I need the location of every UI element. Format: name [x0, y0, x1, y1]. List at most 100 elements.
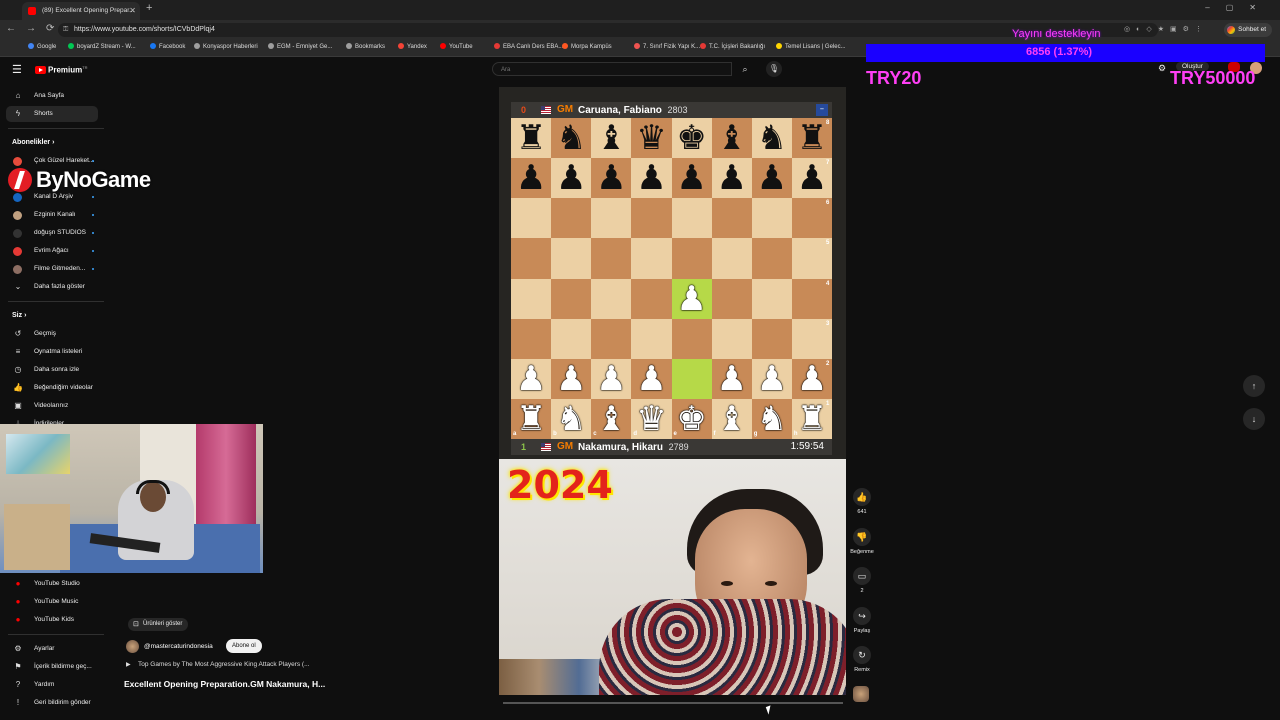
create-icon[interactable]: ⚙	[1158, 63, 1166, 74]
bookmark-item[interactable]: Google	[28, 43, 56, 50]
white-pawn-icon: ♟	[796, 358, 828, 399]
white-bishop-icon: ♝	[716, 398, 747, 439]
board-square: ♝	[591, 398, 632, 439]
bookmark-item[interactable]: 7. Sınıf Fizik Yapı K...	[634, 43, 700, 50]
bookmark-favicon-icon	[28, 43, 34, 49]
bookmark-item[interactable]: EBA Canlı Ders EBA...	[494, 43, 563, 50]
search-icon[interactable]: ⌕	[734, 62, 756, 76]
browser-tab-bar: (89) Excellent Opening Prepar... ✕ + –▢✕	[0, 0, 1280, 20]
youtube-app-icon: ●	[15, 579, 21, 588]
bottom-player-rating: 2789	[668, 442, 689, 452]
channel-name[interactable]: @mastercaturindonesia	[144, 643, 213, 650]
bookmark-item[interactable]: YouTube	[440, 43, 473, 50]
arrow-up-icon: ↑	[1251, 381, 1257, 391]
sidebar-item-footer[interactable]: ? Yardım	[6, 677, 98, 693]
show-more-button[interactable]: ⌄ Daha fazla göster	[6, 279, 98, 295]
site-info-icon[interactable]: ⚿	[63, 23, 68, 37]
sidebar-item-footer[interactable]: ⚑ İçerik bildirme geç...	[6, 659, 98, 675]
board-square: ♜	[511, 398, 552, 439]
you-header[interactable]: Siz ›	[12, 312, 26, 319]
like-button[interactable]: 👍 641	[845, 488, 879, 515]
youtube-header: ☰ PremiumTR Ara ⌕ 🎙	[0, 57, 860, 83]
bookmark-item[interactable]: EGM - Emniyet Ge...	[268, 43, 332, 50]
white-pawn-icon: ♟	[756, 358, 788, 399]
sidebar-item-footer[interactable]: ! Geri bildirim gönder	[6, 695, 98, 711]
bookmark-item[interactable]: Bookmarks	[346, 43, 385, 50]
sidebar-item-app[interactable]: ● YouTube Kids	[6, 612, 98, 628]
close-tab-icon[interactable]: ✕	[129, 2, 136, 20]
bookmark-favicon-icon	[440, 43, 446, 49]
audio-source-avatar[interactable]	[853, 686, 869, 702]
sidebar-item-you[interactable]: ≡ Oynatma listeleri	[6, 344, 98, 360]
board-square: ♞	[551, 398, 592, 439]
board-square	[631, 318, 672, 359]
bookmark-item[interactable]: Temel Lisans | Gelec...	[776, 43, 846, 50]
file-label: e	[673, 431, 677, 437]
bookmark-item[interactable]: Konyaspor Haberleri	[194, 43, 258, 50]
liked-icon: 👍	[13, 383, 23, 392]
sidebar-item-channel[interactable]: doğuşn STUDIOS	[6, 225, 98, 241]
settings-icon: ⚙	[14, 644, 22, 653]
sidebar-item-footer[interactable]: ⚙ Ayarlar	[6, 641, 98, 657]
sidebar-item-you[interactable]: ▣ Videolarınız	[6, 398, 98, 414]
playlist-link[interactable]: Top Games by The Most Aggressive King At…	[126, 661, 309, 668]
rank-label: 7	[826, 160, 830, 167]
top-player-title: GM	[557, 104, 574, 115]
sidebar-item-you[interactable]: ↺ Geçmiş	[6, 326, 98, 342]
white-queen-icon: ♛	[636, 398, 667, 439]
subscriptions-header[interactable]: Abonelikler ›	[12, 139, 54, 146]
bookmark-item[interactable]: Morpa Kampüs	[562, 43, 612, 50]
bookmark-item[interactable]: Yandex	[398, 43, 427, 50]
minimize-icon: –	[816, 104, 828, 116]
previous-short-button[interactable]: ↑	[1243, 375, 1265, 397]
new-tab-icon[interactable]: +	[146, 2, 152, 14]
url-text: https://www.youtube.com/shorts/ICVbDdPlq…	[74, 26, 215, 33]
extension-icons[interactable]: ◎◐◇★▣⚙⋮	[1124, 25, 1208, 33]
bottom-player-clock: 1:59:54	[790, 441, 824, 452]
subscribe-button[interactable]: Abone ol	[226, 639, 262, 653]
sidebar-item-channel[interactable]: Filme Gitmeden...	[6, 261, 98, 277]
sidebar-item-you[interactable]: 👍 Beğendiğim videolar	[6, 380, 98, 396]
sidebar-item-app[interactable]: ● YouTube Music	[6, 594, 98, 610]
board-square	[631, 238, 672, 279]
share-button[interactable]: ↪ Paylaş	[845, 607, 879, 634]
file-label: g	[753, 431, 758, 437]
white-rook-icon: ♜	[796, 398, 828, 439]
board-square: ♟	[511, 358, 552, 399]
comments-button[interactable]: ▭ 2	[845, 567, 879, 594]
sidebar-item-shorts[interactable]: ϟ Shorts	[6, 106, 98, 122]
chess-board: ♜ ♞ ♝ ♛ ♚ ♝ ♞ ♜ ♟ ♟ ♟ ♟ ♟ ♟ ♟ ♟ ♟ ♟ ♟ ♟ ♟ ♟ ♟ ♟ ♜ ♞ ♝ ♛ ♚ ♝ ♞ ♜ 8 7 6 5 4 3 2 1…	[511, 118, 832, 439]
board-square: ♜	[511, 118, 552, 159]
bookmark-item[interactable]: Facebook	[150, 43, 185, 50]
menu-icon[interactable]: ☰	[12, 63, 22, 76]
donation-min: TRY20	[866, 68, 922, 88]
board-square: ♟	[711, 158, 752, 199]
sidebar-item-channel[interactable]: Evrim Ağacı	[6, 243, 98, 259]
profile-button[interactable]: Sohbet et	[1224, 23, 1272, 37]
address-bar[interactable]: ⚿ https://www.youtube.com/shorts/ICVbDdP…	[58, 23, 1158, 37]
search-input[interactable]: Ara	[492, 62, 732, 76]
board-square	[631, 198, 672, 239]
channel-avatar	[13, 193, 22, 202]
next-short-button[interactable]: ↓	[1243, 408, 1265, 430]
browser-tab[interactable]: (89) Excellent Opening Prepar... ✕	[22, 2, 140, 20]
short-video-player[interactable]: 0 GM Caruana, Fabiano 2803 – ♜ ♞ ♝ ♛ ♚ ♝ ♞ ♜ ♟ ♟ ♟…	[499, 87, 846, 695]
sidebar-item-home[interactable]: ⌂ Ana Sayfa	[6, 88, 98, 104]
file-label: d	[633, 431, 638, 437]
bookmark-item[interactable]: T.C. İçişleri Bakanlığı	[700, 43, 765, 50]
channel-avatar[interactable]	[126, 640, 139, 653]
window-controls[interactable]: –▢✕	[1205, 3, 1272, 12]
microphone-icon[interactable]: 🎙	[766, 61, 782, 77]
board-square	[551, 198, 592, 239]
show-products-button[interactable]: ⊡ Ürünleri göster	[128, 618, 189, 631]
sidebar-item-you[interactable]: ◷ Daha sonra izle	[6, 362, 98, 378]
youtube-logo[interactable]: PremiumTR	[35, 65, 88, 75]
bookmark-item[interactable]: boyardZ Stream - W...	[68, 43, 136, 50]
dislike-button[interactable]: 👎 Beğenme	[845, 528, 879, 555]
sidebar-item-channel[interactable]: Ezginin Kanalı	[6, 207, 98, 223]
sidebar-item-app[interactable]: ● YouTube Studio	[6, 576, 98, 592]
remix-button[interactable]: ↻ Remix	[845, 646, 879, 673]
bottom-player-bar: 1 GM Nakamura, Hikaru 2789 1:59:54	[511, 439, 832, 455]
short-title[interactable]: Excellent Opening Preparation.GM Nakamur…	[124, 679, 325, 689]
video-progress-bar[interactable]	[503, 702, 843, 704]
